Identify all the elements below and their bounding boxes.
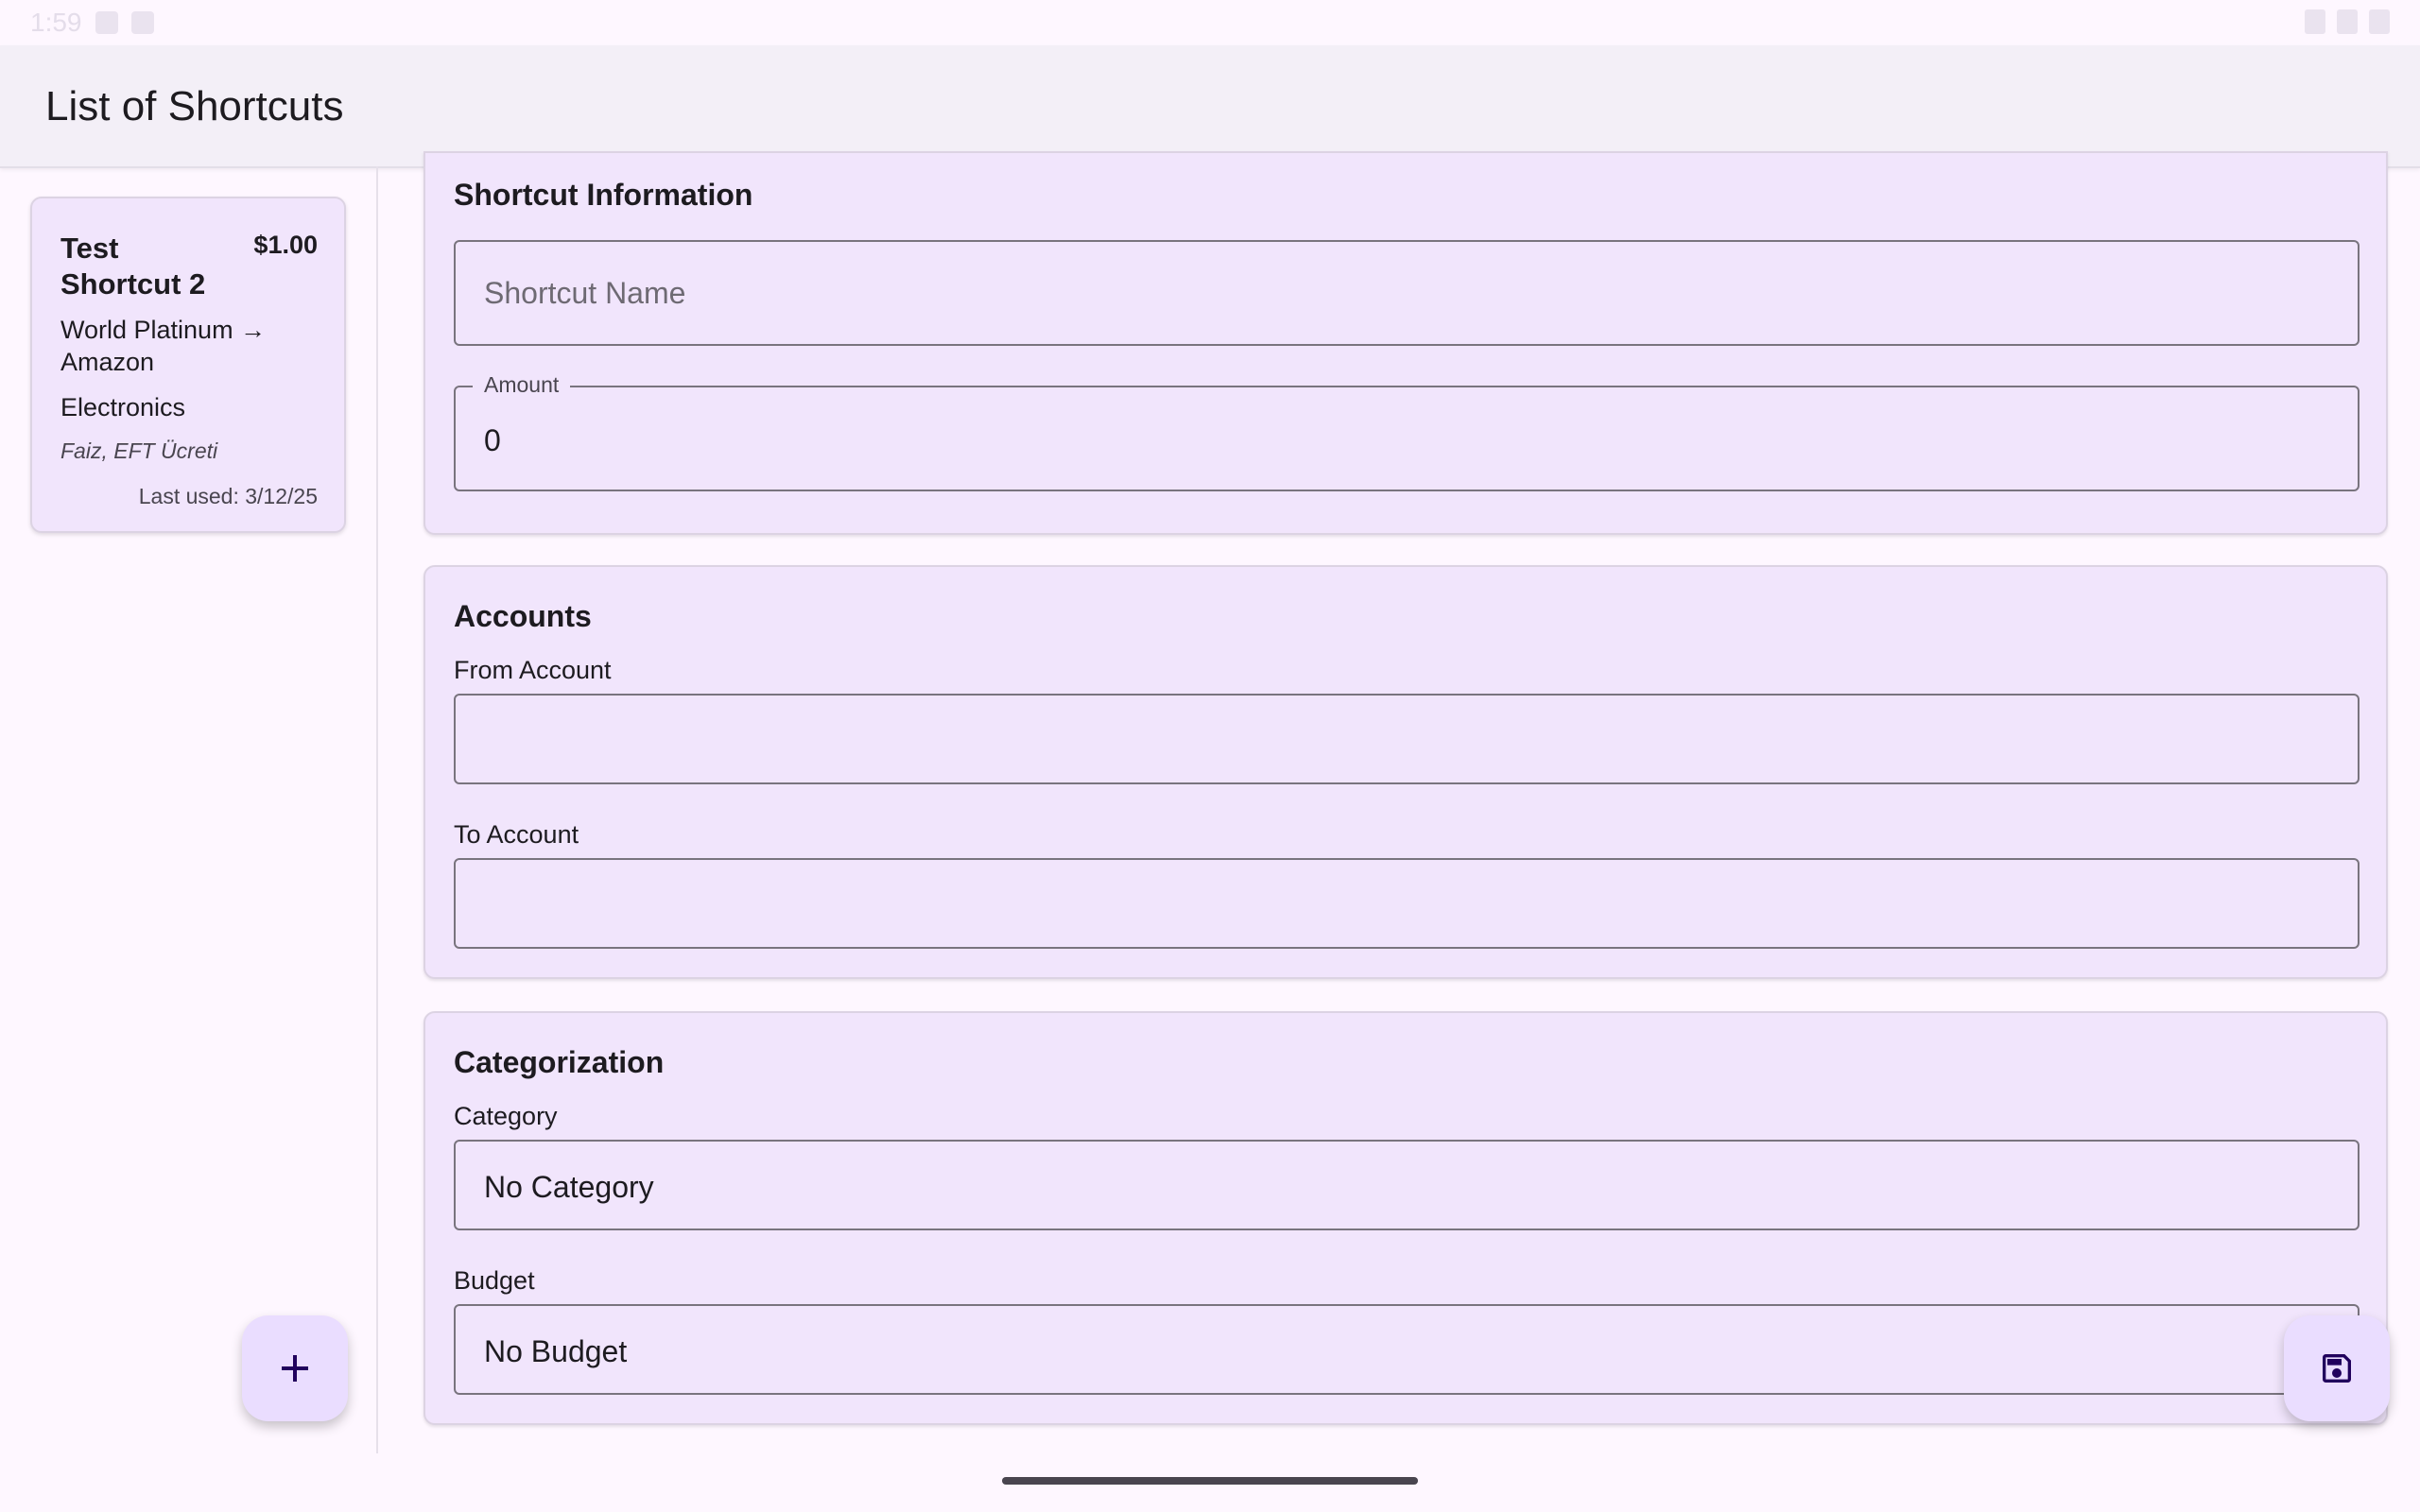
save-shortcut-button[interactable]: [2284, 1315, 2390, 1421]
shortcut-category: Electronics: [60, 393, 186, 421]
shortcut-amount: $1.00: [253, 231, 318, 259]
add-shortcut-button[interactable]: [242, 1315, 348, 1421]
amount-label: Amount: [473, 372, 571, 398]
category-select[interactable]: No Category: [454, 1140, 2360, 1230]
shortcut-last-used: Last used: 3/12/25: [138, 484, 318, 508]
shortcut-list-pane: Test Shortcut 2 $1.00 World Platinum → A…: [0, 166, 378, 1453]
section-title: Accounts: [454, 599, 592, 633]
top-app-bar: List of Shortcuts: [0, 45, 2420, 168]
to-account-label: To Account: [454, 820, 579, 849]
notification-icon: [95, 11, 118, 34]
categorization-section: Categorization Category No Category Budg…: [424, 1011, 2388, 1425]
budget-label: Budget: [454, 1266, 535, 1295]
amount-field[interactable]: Amount 0: [454, 372, 2360, 491]
status-bar-right: [2305, 9, 2390, 34]
accounts-section: Accounts From Account To Account: [424, 565, 2388, 979]
shortcut-name-placeholder: Shortcut Name: [484, 276, 686, 310]
shortcut-name-field[interactable]: Shortcut Name: [454, 240, 2360, 346]
wifi-icon: [2305, 9, 2325, 34]
amount-value: 0: [484, 423, 501, 457]
app-icon: [130, 11, 154, 34]
battery-icon: [2369, 9, 2390, 34]
budget-select[interactable]: No Budget: [454, 1304, 2360, 1395]
save-icon: [2323, 1354, 2351, 1383]
shortcut-card[interactable]: Test Shortcut 2 $1.00 World Platinum → A…: [30, 197, 346, 533]
shortcut-route: World Platinum → Amazon: [60, 316, 267, 376]
plus-icon: [282, 1355, 308, 1382]
from-account-select[interactable]: [454, 694, 2360, 784]
signal-icon: [2337, 9, 2358, 34]
shortcut-name: Test Shortcut 2: [60, 232, 206, 301]
status-time: 1:59: [30, 8, 82, 37]
category-value: No Category: [484, 1170, 654, 1204]
status-bar: 1:59: [0, 0, 2420, 45]
category-label: Category: [454, 1102, 558, 1130]
section-title: Shortcut Information: [454, 178, 753, 212]
budget-value: No Budget: [484, 1334, 628, 1368]
section-title: Categorization: [454, 1045, 665, 1079]
shortcut-information-section: Shortcut Information Shortcut Name Amoun…: [424, 151, 2388, 535]
status-bar-left: 1:59: [30, 8, 154, 38]
page-title: List of Shortcuts: [45, 83, 344, 129]
to-account-select[interactable]: [454, 858, 2360, 949]
shortcut-tags: Faiz, EFT Ücreti: [60, 438, 218, 463]
from-account-label: From Account: [454, 656, 612, 684]
home-indicator[interactable]: [1002, 1477, 1418, 1485]
